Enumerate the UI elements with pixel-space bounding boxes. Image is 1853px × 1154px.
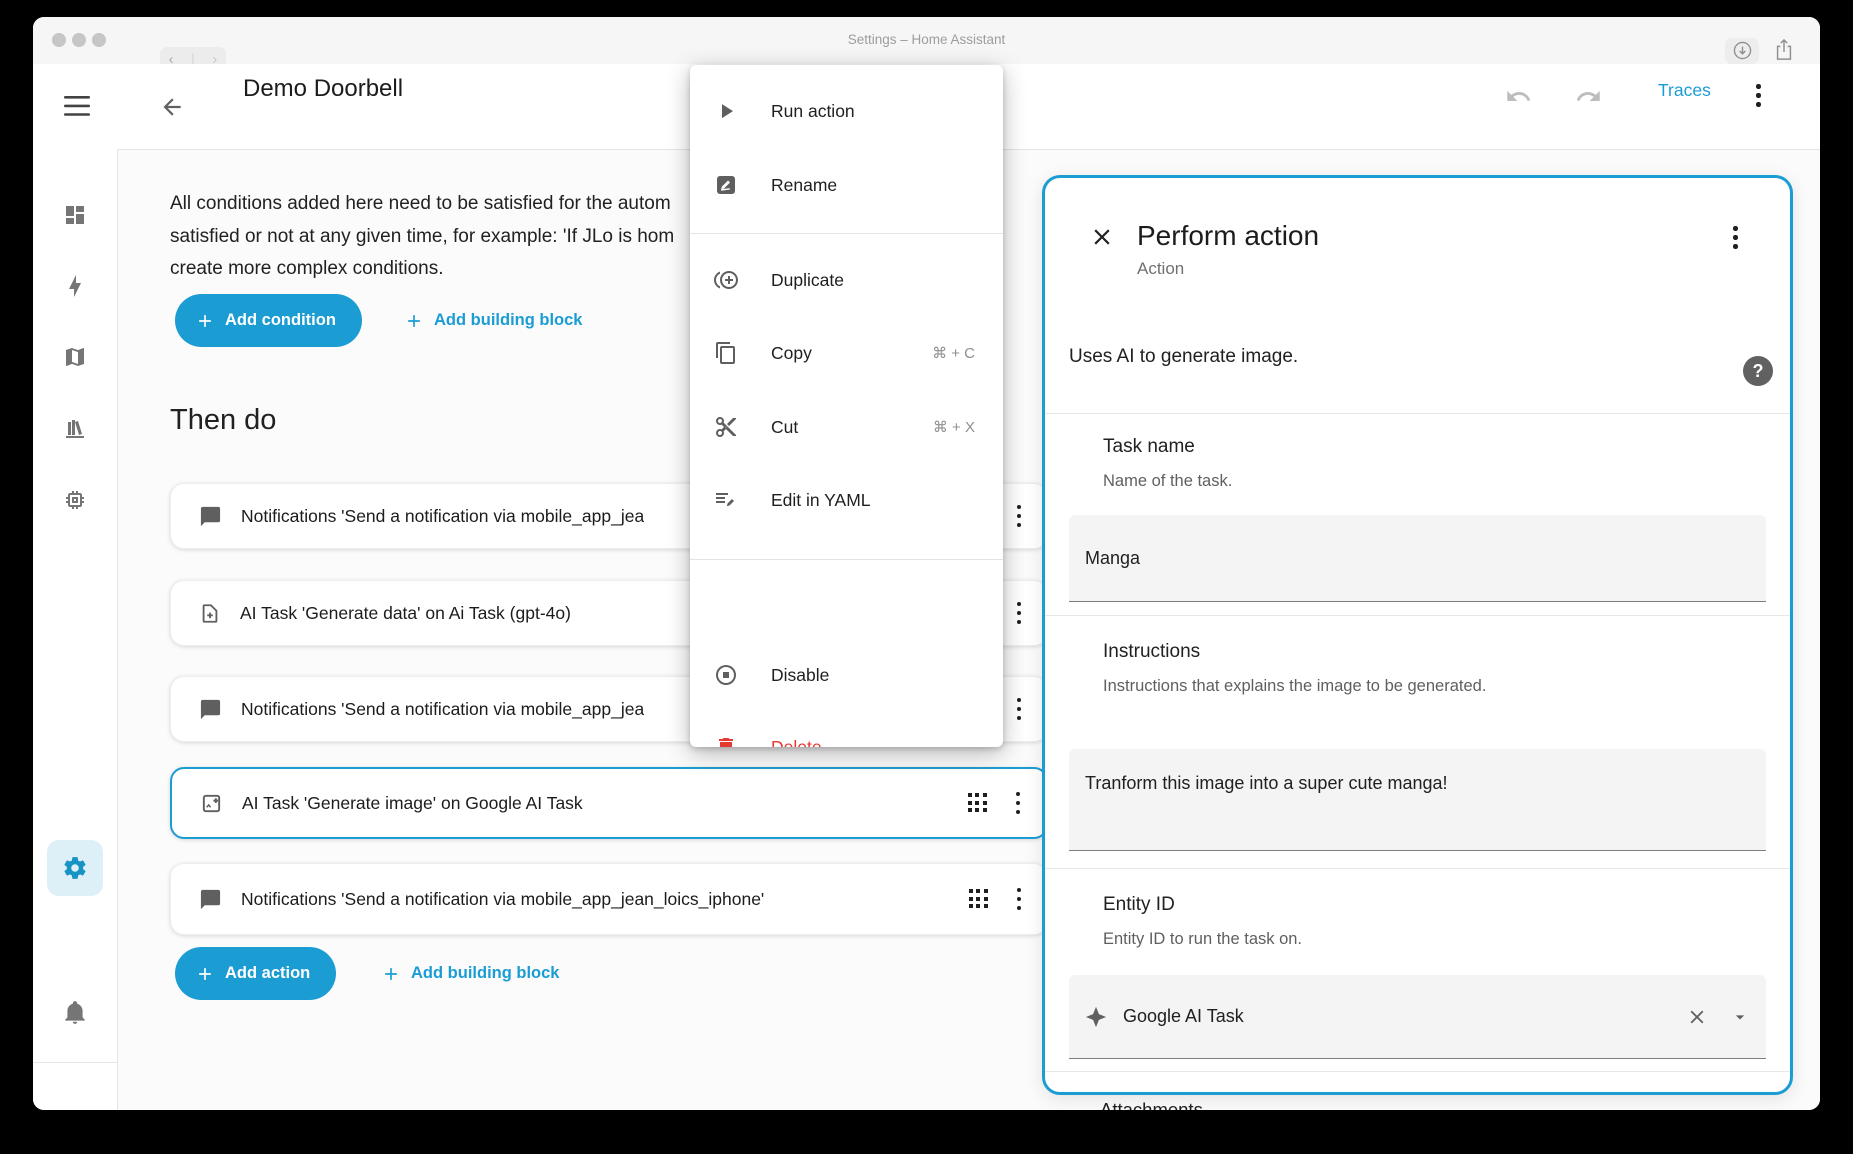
dialog-kebab-icon[interactable] [1733, 226, 1738, 249]
menu-item-rename[interactable]: Rename [690, 156, 1003, 214]
instructions-label: Instructions [1103, 641, 1200, 663]
sidebar [33, 150, 118, 1110]
share-icon[interactable] [1773, 38, 1795, 62]
divider [1045, 868, 1790, 869]
card-kebab-icon[interactable] [1016, 792, 1021, 815]
help-icon[interactable]: ? [1743, 356, 1773, 386]
divider [1045, 1071, 1790, 1072]
dialog-description: Uses AI to generate image. [1069, 346, 1298, 368]
task-name-help: Name of the task. [1103, 472, 1232, 491]
menu-item-duplicate[interactable]: Duplicate [690, 251, 1003, 309]
file-plus-icon [199, 602, 221, 625]
menu-divider [690, 559, 1003, 560]
add-building-block-button[interactable]: Add building block [404, 294, 582, 347]
card-kebab-icon[interactable] [1017, 505, 1022, 528]
back-arrow-icon[interactable] [159, 94, 185, 120]
clear-icon[interactable] [1686, 1006, 1708, 1028]
message-bubble-icon [199, 888, 222, 911]
traces-link[interactable]: Traces [1658, 80, 1711, 101]
dashboard-icon[interactable] [63, 203, 87, 227]
instructions-help: Instructions that explains the image to … [1103, 677, 1486, 696]
window-title: Settings – Home Assistant [33, 32, 1820, 47]
add-condition-button[interactable]: Add condition [175, 294, 362, 347]
drag-handle-icon[interactable] [968, 793, 988, 813]
task-name-label: Task name [1103, 436, 1195, 458]
instructions-textarea[interactable]: Tranform this image into a super cute ma… [1069, 749, 1766, 851]
rename-icon [714, 173, 738, 197]
instructions-value: Tranform this image into a super cute ma… [1085, 773, 1448, 794]
message-bubble-icon [199, 505, 222, 528]
add-building-block-button-2[interactable]: Add building block [381, 947, 559, 1000]
perform-action-dialog: Perform action Action Uses AI to generat… [1042, 175, 1793, 1095]
menu-item-run-action[interactable]: Run action [690, 82, 1003, 140]
settings-gear-icon [62, 855, 88, 881]
menu-item-edit-in-yaml[interactable]: Edit in YAML [690, 471, 1003, 529]
lightning-bolt-icon[interactable] [63, 274, 87, 298]
task-name-input[interactable]: Manga [1069, 515, 1766, 602]
bell-icon[interactable] [62, 999, 88, 1025]
entity-id-label: Entity ID [1103, 894, 1175, 916]
menu-item-disable[interactable]: Disable [690, 646, 1003, 704]
copy-icon [714, 341, 738, 365]
map-icon[interactable] [63, 345, 87, 369]
menu-divider [690, 233, 1003, 234]
sidebar-item-settings[interactable] [47, 840, 103, 896]
hamburger-menu-icon[interactable] [64, 96, 90, 116]
chip-icon[interactable] [63, 488, 87, 512]
attachments-label-partial: Attachments [1100, 1099, 1203, 1110]
close-icon[interactable] [1089, 224, 1115, 250]
entity-id-picker[interactable]: Google AI Task [1069, 975, 1766, 1059]
divider [1045, 615, 1790, 616]
context-menu: Run action Rename Duplicate Copy ⌘ + C C… [690, 65, 1003, 747]
yaml-icon [714, 488, 738, 512]
delete-icon [714, 735, 738, 747]
sparkle-icon [1085, 1006, 1107, 1028]
screen: { "colors": { "accent": "#1b9dd4", "acti… [0, 0, 1853, 1154]
entity-id-value: Google AI Task [1123, 1006, 1244, 1027]
then-do-heading: Then do [170, 404, 276, 437]
dialog-subtitle: Action [1137, 259, 1184, 279]
plus-icon [195, 311, 215, 331]
redo-icon[interactable] [1575, 83, 1602, 110]
bookshelf-icon[interactable] [63, 417, 87, 441]
page-title: Demo Doorbell [243, 75, 403, 103]
card-kebab-icon[interactable] [1017, 698, 1022, 721]
drag-handle-icon[interactable] [969, 889, 989, 909]
play-icon [714, 99, 738, 123]
cut-icon [714, 415, 738, 439]
plus-icon [381, 964, 401, 984]
task-name-value: Manga [1085, 548, 1140, 569]
card-kebab-icon[interactable] [1017, 888, 1022, 911]
duplicate-icon [714, 268, 738, 292]
chevron-down-icon[interactable] [1730, 1007, 1750, 1027]
undo-icon[interactable] [1505, 83, 1532, 110]
dialog-title: Perform action [1137, 220, 1319, 252]
header-kebab-icon[interactable] [1756, 84, 1761, 107]
divider [1045, 413, 1790, 414]
macos-window: ‹ | › Settings – Home Assistant Demo Doo… [33, 17, 1820, 1110]
card-kebab-icon[interactable] [1017, 602, 1022, 625]
action-card-ai-image-selected[interactable]: AI Task 'Generate image' on Google AI Ta… [170, 767, 1048, 839]
menu-item-cut[interactable]: Cut ⌘ + X [690, 398, 1003, 456]
add-action-button[interactable]: Add action [175, 947, 336, 1000]
image-plus-icon [200, 792, 223, 815]
titlebar: ‹ | › Settings – Home Assistant [33, 17, 1820, 65]
plus-icon [195, 964, 215, 984]
download-icon[interactable] [1732, 40, 1753, 61]
entity-id-help: Entity ID to run the task on. [1103, 930, 1302, 949]
plus-icon [404, 311, 424, 331]
sidebar-divider [33, 1062, 117, 1063]
message-bubble-icon [199, 698, 222, 721]
menu-item-copy[interactable]: Copy ⌘ + C [690, 324, 1003, 382]
action-card-notification-3[interactable]: Notifications 'Send a notification via m… [170, 863, 1048, 935]
menu-item-delete-partial[interactable]: Delete [690, 718, 1003, 747]
disable-icon [714, 663, 738, 687]
